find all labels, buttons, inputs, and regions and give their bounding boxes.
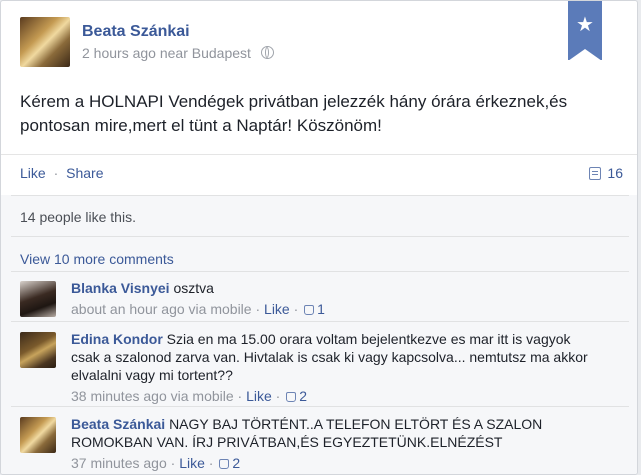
comment-likes[interactable]: 1 bbox=[302, 301, 325, 317]
comment-body: Edina Kondor Szia en ma 15.00 orara volt… bbox=[71, 330, 601, 405]
author-name[interactable]: Beata Szánkai bbox=[82, 23, 190, 41]
comment-like-link[interactable]: Like bbox=[179, 455, 205, 471]
comment-icon bbox=[589, 167, 602, 180]
divider bbox=[1, 154, 637, 155]
thumbs-up-icon bbox=[304, 305, 315, 315]
comment-like-count: 2 bbox=[299, 388, 308, 404]
comment-likes[interactable]: 2 bbox=[284, 388, 307, 404]
commenter-name[interactable]: Beata Szánkai bbox=[71, 416, 165, 432]
comment-like-link[interactable]: Like bbox=[246, 388, 272, 404]
post-near: near bbox=[159, 45, 188, 61]
post-meta: 2 hours ago near Budapest bbox=[82, 45, 274, 61]
avatar[interactable] bbox=[20, 281, 56, 317]
comment-body: Beata Szánkai NAGY BAJ TÖRTÉNT..A TELEFO… bbox=[71, 415, 601, 472]
share-link[interactable]: Share bbox=[66, 165, 103, 181]
comment-count: 16 bbox=[607, 165, 623, 181]
post-actions: Like · Share bbox=[20, 165, 104, 181]
comment-likes[interactable]: 2 bbox=[217, 455, 240, 471]
avatar[interactable] bbox=[20, 332, 56, 368]
divider bbox=[11, 406, 629, 407]
divider bbox=[11, 195, 629, 196]
post-card: Beata Szánkai 2 hours ago near Budapest … bbox=[0, 0, 638, 475]
bookmark-ribbon[interactable]: ★ bbox=[568, 1, 602, 61]
view-more-comments[interactable]: View 10 more comments bbox=[20, 251, 174, 267]
comment-body: Blanka Visnyei osztva about an hour ago … bbox=[71, 279, 601, 318]
comment-meta: 38 minutes ago via mobile · Like · 2 bbox=[71, 388, 308, 404]
author-avatar[interactable] bbox=[20, 17, 70, 67]
commenter-name[interactable]: Edina Kondor bbox=[71, 331, 163, 347]
comment-meta: about an hour ago via mobile · Like · 1 bbox=[71, 301, 325, 317]
like-link[interactable]: Like bbox=[20, 165, 46, 181]
comment-like-link[interactable]: Like bbox=[264, 301, 290, 317]
post-time[interactable]: 2 hours ago bbox=[82, 45, 156, 61]
comment-count-link[interactable]: 16 bbox=[589, 165, 623, 181]
avatar[interactable] bbox=[20, 417, 56, 453]
thumbs-up-icon bbox=[219, 459, 230, 469]
comment-time[interactable]: about an hour ago via mobile bbox=[71, 301, 252, 317]
divider bbox=[11, 321, 629, 322]
globe-icon bbox=[260, 46, 274, 59]
comment-time[interactable]: 38 minutes ago via mobile bbox=[71, 388, 234, 404]
comment-like-count: 1 bbox=[317, 301, 325, 317]
post-text: Kérem a HOLNAPI Vendégek privátban jelez… bbox=[20, 92, 568, 135]
comment-time[interactable]: 37 minutes ago bbox=[71, 455, 167, 471]
feedback-section: 14 people like this. View 10 more commen… bbox=[1, 195, 637, 474]
likes-summary[interactable]: 14 people like this. bbox=[20, 209, 136, 225]
post-location[interactable]: Budapest bbox=[192, 45, 251, 61]
commenter-name[interactable]: Blanka Visnyei bbox=[71, 280, 170, 296]
star-icon: ★ bbox=[576, 14, 594, 36]
divider bbox=[11, 236, 629, 237]
divider bbox=[11, 271, 629, 272]
separator: · bbox=[53, 165, 59, 181]
comment-like-count: 2 bbox=[232, 455, 241, 471]
comment-text: osztva bbox=[173, 280, 214, 296]
thumbs-up-icon bbox=[286, 392, 297, 402]
comment-meta: 37 minutes ago · Like · 2 bbox=[71, 455, 241, 471]
